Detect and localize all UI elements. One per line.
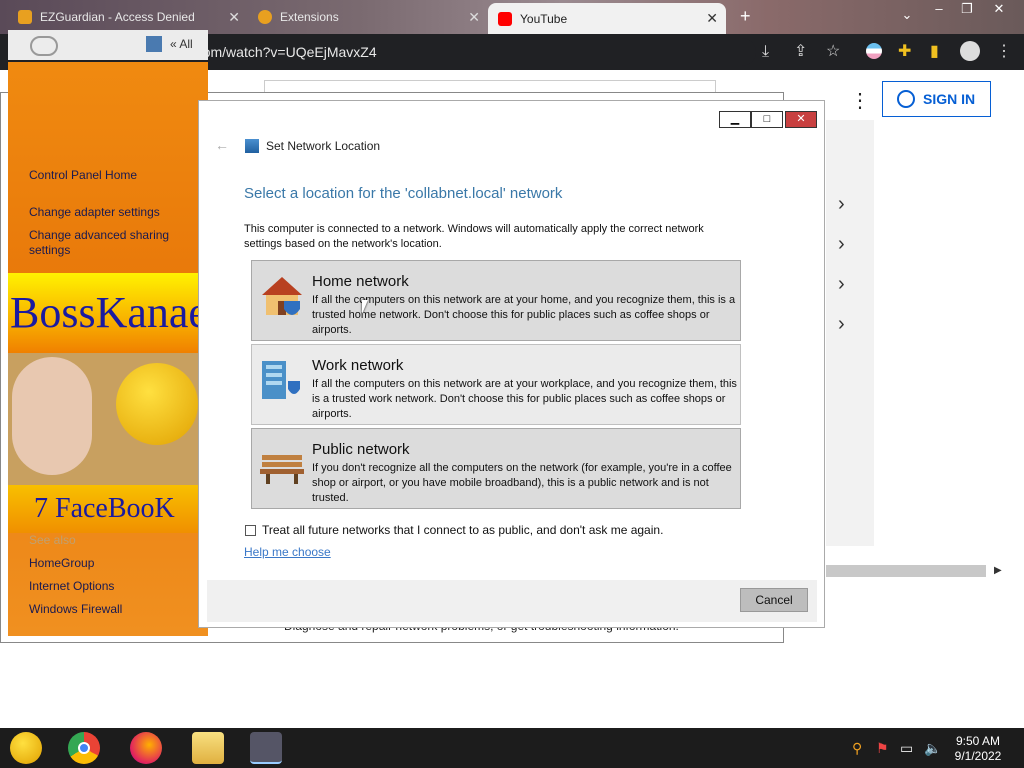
close-icon[interactable]: ✕	[706, 11, 718, 25]
flag-icon[interactable]: ⚑	[876, 740, 889, 756]
star-icon[interactable]: ☆	[826, 43, 840, 61]
facebook-banner: 7 FaceBooK	[8, 485, 208, 533]
photo-banner	[8, 353, 208, 485]
close-button[interactable]: ✕	[785, 111, 817, 128]
sidebar-item-homegroup[interactable]: HomeGroup	[29, 556, 94, 570]
network-icon	[146, 36, 162, 52]
tab-ezguardian[interactable]: EZGuardian - Access Denied ✕	[8, 2, 248, 32]
help-me-choose-link[interactable]: Help me choose	[244, 545, 331, 559]
profile-flag-icon[interactable]	[866, 43, 882, 59]
mouse-cursor-icon	[362, 300, 368, 314]
chevron-right-icon[interactable]: ›	[838, 234, 845, 254]
option-desc: If all the computers on this network are…	[312, 378, 737, 420]
work-network-option[interactable]: Work network If all the computers on thi…	[251, 344, 741, 425]
sidebar-item-internet-options[interactable]: Internet Options	[29, 579, 114, 593]
volume-icon[interactable]: 🔈	[924, 740, 941, 756]
start-smiley-icon[interactable]	[10, 732, 42, 764]
dialog-footer	[207, 580, 817, 622]
back-arrow-icon[interactable]: ←	[215, 137, 229, 153]
control-panel-nav: « All	[8, 30, 208, 60]
close-icon[interactable]: ✕	[468, 10, 480, 24]
maximize-button[interactable]: □	[751, 111, 783, 128]
firefox-icon[interactable]	[130, 732, 162, 764]
set-network-location-dialog: ▁ □ ✕ ← Set Network Location Select a lo…	[198, 100, 825, 628]
option-title: Public network	[312, 441, 410, 458]
option-desc: If you don't recognize all the computers…	[312, 462, 732, 504]
dialog-title: Set Network Location	[266, 139, 381, 153]
chevron-right-icon[interactable]: ›	[838, 194, 845, 214]
extensions-icon	[258, 10, 272, 24]
chevron-right-icon[interactable]: ›	[838, 314, 845, 334]
dialog-intro: This computer is connected to a network.…	[244, 223, 704, 250]
sign-in-label: SIGN IN	[923, 91, 976, 107]
youtube-icon	[498, 11, 512, 26]
bosskanae-banner: BossKanae	[8, 273, 208, 353]
sidebar-item-adapter-settings[interactable]: Change adapter settings	[29, 205, 160, 219]
sidepanel-icon[interactable]: ▮	[930, 43, 939, 61]
clock[interactable]: 9:50 AM 9/1/2022	[948, 734, 1008, 764]
home-icon	[258, 271, 306, 319]
minimize-button[interactable]: ▁	[719, 111, 751, 128]
network-tray-icon[interactable]: ▭	[900, 740, 913, 756]
tab-extensions[interactable]: Extensions ✕	[248, 2, 488, 32]
option-desc: If all the computers on this network are…	[312, 294, 736, 336]
clock-time: 9:50 AM	[955, 734, 1001, 748]
bench-icon	[258, 439, 306, 487]
minimize-button[interactable]: –	[924, 0, 954, 18]
sign-in-button[interactable]: SIGN IN	[882, 81, 991, 117]
kebab-menu-icon[interactable]: ⋮	[850, 88, 870, 113]
kebab-menu-icon[interactable]: ⋮	[996, 43, 1012, 61]
browser-tab-bar: EZGuardian - Access Denied ✕ Extensions …	[0, 0, 1024, 34]
search-icon[interactable]: ⚲	[852, 740, 862, 756]
chevron-down-icon[interactable]: ⌄	[892, 6, 922, 24]
close-icon[interactable]: ✕	[228, 10, 240, 24]
network-icon	[245, 139, 259, 153]
see-also-heading: See also	[29, 533, 76, 547]
chevron-right-icon[interactable]: ›	[838, 274, 845, 294]
child-photo	[12, 357, 92, 475]
maximize-button[interactable]: ❐	[952, 0, 982, 18]
tab-label: EZGuardian - Access Denied	[40, 10, 195, 24]
tab-youtube[interactable]: YouTube ✕	[488, 3, 726, 34]
sidebar-panel	[826, 120, 874, 546]
back-forward-icon[interactable]	[30, 36, 58, 56]
tab-label: YouTube	[520, 11, 568, 26]
horizontal-scrollbar[interactable]	[826, 565, 986, 577]
dialog-heading: Select a location for the 'collabnet.loc…	[244, 185, 563, 202]
home-network-option[interactable]: Home network If all the computers on thi…	[251, 260, 741, 341]
account-icon	[897, 90, 915, 108]
close-window-button[interactable]: ✕	[984, 0, 1014, 18]
sidebar-item-sharing-settings[interactable]: Change advanced sharing settings	[29, 228, 179, 258]
taskbar: ⚲ ⚑ ▭ 🔈 9:50 AM 9/1/2022	[0, 728, 1024, 768]
option-title: Home network	[312, 273, 409, 290]
share-icon[interactable]: ⇪	[794, 43, 807, 61]
network-app-icon[interactable]	[250, 732, 282, 764]
tab-label: Extensions	[280, 10, 339, 24]
new-tab-button[interactable]: +	[740, 6, 751, 27]
breadcrumb: « All	[170, 37, 193, 51]
sidebar-item-control-panel-home[interactable]: Control Panel Home	[29, 168, 137, 182]
sidebar-item-windows-firewall[interactable]: Windows Firewall	[29, 602, 122, 616]
work-icon	[258, 355, 306, 403]
option-title: Work network	[312, 357, 404, 374]
treat-public-label[interactable]: Treat all future networks that I connect…	[262, 523, 663, 537]
smiley-icon	[116, 363, 198, 445]
public-network-option[interactable]: Public network If you don't recognize al…	[251, 428, 741, 509]
clock-date: 9/1/2022	[954, 749, 1002, 763]
scroll-right-icon[interactable]: ▶	[994, 565, 1002, 576]
breadcrumb-all[interactable]: All	[179, 37, 192, 51]
avatar[interactable]	[960, 41, 980, 61]
cancel-button[interactable]: Cancel	[740, 588, 808, 612]
puzzle-icon[interactable]: ✚	[898, 43, 911, 61]
download-icon[interactable]: ⤓	[762, 43, 769, 61]
treat-public-row: Treat all future networks that I connect…	[245, 523, 663, 537]
chrome-icon[interactable]	[68, 732, 100, 764]
ezguardian-icon	[18, 10, 32, 24]
folder-icon[interactable]	[192, 732, 224, 764]
treat-public-checkbox[interactable]	[245, 524, 256, 536]
